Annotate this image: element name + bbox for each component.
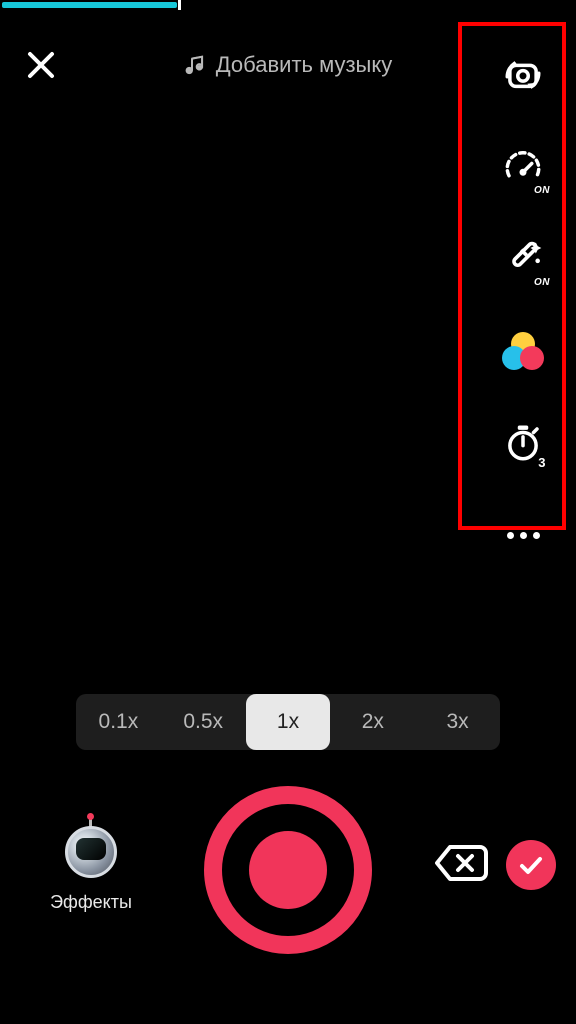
record-button-inner	[249, 831, 327, 909]
close-icon	[26, 50, 56, 80]
close-button[interactable]	[26, 50, 56, 80]
backspace-x-icon	[434, 843, 488, 883]
filters-icon	[502, 332, 544, 370]
record-button[interactable]	[204, 786, 372, 954]
record-progress-cap	[178, 0, 181, 10]
filters-button[interactable]	[498, 326, 548, 376]
timer-button[interactable]: 3	[498, 418, 548, 468]
speed-selector: 0.1x 0.5x 1x 2x 3x	[76, 694, 500, 750]
flip-camera-button[interactable]	[498, 50, 548, 100]
speed-option-1[interactable]: 0.5x	[161, 694, 246, 750]
confirm-button[interactable]	[506, 840, 556, 890]
speed-option-4[interactable]: 3x	[415, 694, 500, 750]
effects-button[interactable]: Эффекты	[36, 824, 146, 913]
record-progress-bar	[2, 2, 177, 8]
timer-duration-badge: 3	[538, 455, 546, 470]
more-icon	[507, 532, 540, 539]
speedometer-icon	[502, 146, 544, 188]
add-music-button[interactable]: Добавить музыку	[184, 52, 392, 78]
side-toolbar: ON ON 3	[498, 50, 548, 560]
beauty-toggle-button[interactable]: ON	[498, 234, 548, 284]
speed-option-2[interactable]: 1x	[246, 694, 331, 750]
record-right-controls	[434, 840, 556, 890]
add-music-label: Добавить музыку	[216, 52, 392, 78]
speed-on-badge: ON	[534, 185, 550, 196]
speed-toggle-button[interactable]: ON	[498, 142, 548, 192]
check-icon	[517, 851, 545, 879]
speed-option-0[interactable]: 0.1x	[76, 694, 161, 750]
music-note-icon	[184, 54, 206, 76]
beauty-on-badge: ON	[534, 277, 550, 288]
magic-wand-icon	[501, 237, 545, 281]
undo-clip-button[interactable]	[434, 843, 488, 888]
speed-option-3[interactable]: 2x	[330, 694, 415, 750]
more-tools-button[interactable]	[498, 510, 548, 560]
effects-label: Эффекты	[36, 892, 146, 913]
flip-camera-icon	[502, 54, 544, 96]
effects-icon	[61, 824, 121, 884]
